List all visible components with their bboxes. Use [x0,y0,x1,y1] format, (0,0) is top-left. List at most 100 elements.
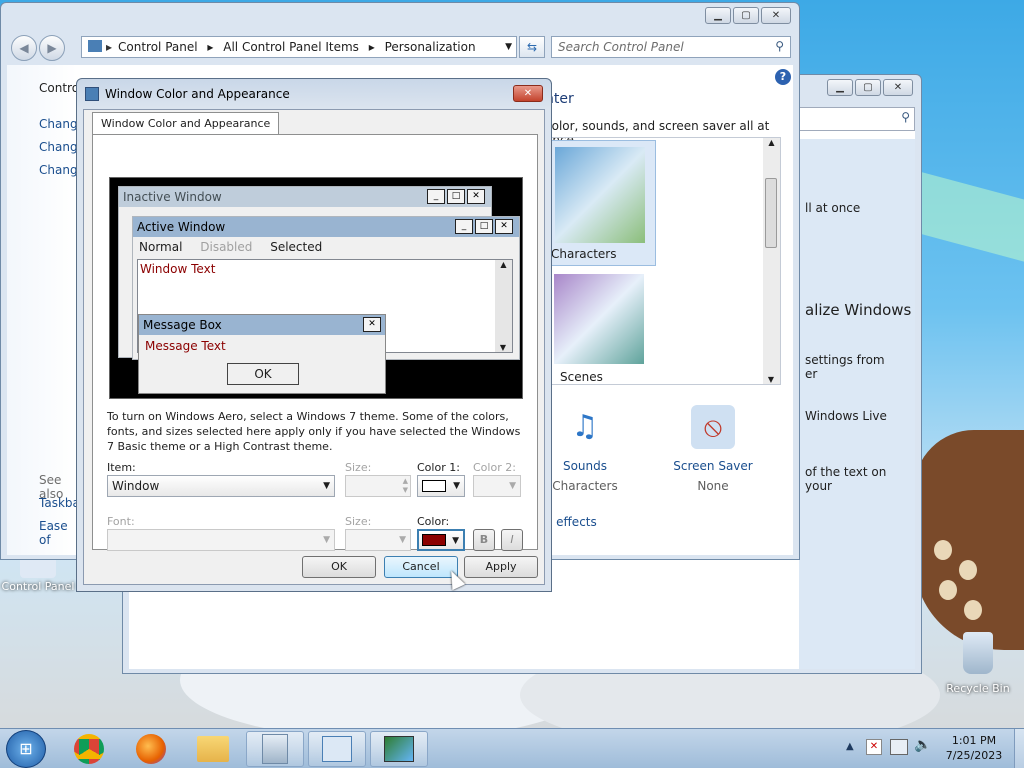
screen-saver-icon: ⦸ [691,405,735,449]
show-desktop-button[interactable] [1014,729,1024,768]
theme-item-scenes[interactable]: Scenes [546,274,656,384]
font-label: Font: [107,515,135,528]
search-icon: ⚲ [901,110,910,124]
see-also-link[interactable]: Ease of [39,519,77,547]
cp-left-nav: Control Change Change Change See also Ta… [7,65,85,555]
color2-picker[interactable]: ▼ [473,475,521,497]
ok-button[interactable]: OK [302,556,376,578]
address-bar[interactable]: ▸ Control Panel ▸ All Control Panel Item… [81,36,517,58]
show-hidden-icons-button[interactable]: ▲ [846,741,854,752]
window-icon [262,734,288,764]
menu-selected[interactable]: Selected [270,240,322,254]
clock-date: 7/25/2023 [945,749,1003,762]
color2-label: Color 2: [473,461,516,474]
recycle-bin-icon [963,632,993,674]
preview-message-box[interactable]: Message Box ✕ Message Text OK [138,314,386,394]
appearance-preview[interactable]: Inactive Window _ □ ✕ Active Window _ □ … [109,177,523,399]
screen-saver-item[interactable]: ⦸ Screen Saver None [673,405,753,493]
chevron-down-icon: ▼ [509,481,516,491]
back-text: ll at once [805,201,861,215]
close-icon: ✕ [467,189,485,204]
breadcrumb-item[interactable]: Personalization [385,40,476,54]
recycle-bin-label: Recycle Bin [946,682,1010,695]
apply-button[interactable]: Apply [464,556,538,578]
refresh-button[interactable]: ⇆ [519,36,545,58]
theme-list[interactable]: Characters Scenes ▲ ▼ [545,137,781,385]
maximize-button[interactable]: ▢ [855,79,881,96]
firefox-icon [136,734,166,764]
control-panel-taskbar-button[interactable] [308,731,366,767]
font-size-select[interactable]: ▼ [345,529,411,551]
window-color-dialog[interactable]: Window Color and Appearance ✕ Window Col… [76,78,552,592]
tab-panel: Inactive Window _ □ ✕ Active Window _ □ … [92,134,538,551]
item-select-value: Window [112,479,160,493]
close-button[interactable]: ✕ [513,85,543,102]
tab-window-color[interactable]: Window Color and Appearance [92,112,280,134]
sounds-item[interactable]: ♫ Sounds Characters [545,405,625,493]
effects-link[interactable]: o effects [545,515,597,529]
sounds-value: Characters [552,479,618,493]
screen-saver-link[interactable]: Screen Saver [673,459,753,473]
search-input[interactable]: Search Control Panel ⚲ [551,36,791,58]
search-placeholder: Search Control Panel [558,40,684,54]
back-text: Windows Live [805,409,887,423]
personalization-taskbar-button[interactable] [370,731,428,767]
size-spinner[interactable]: ▲ ▼ [345,475,411,497]
sounds-link[interactable]: Sounds [545,459,625,473]
spinner-arrows-icon: ▲ ▼ [402,477,408,494]
control-panel-icon [88,40,102,52]
clock[interactable]: 1:01 PM 7/25/2023 [934,733,1014,763]
network-icon[interactable] [890,739,908,755]
item-select[interactable]: Window ▼ [107,475,335,497]
close-icon: ✕ [495,219,513,234]
theme-item-characters[interactable]: Characters [546,140,656,266]
italic-button[interactable]: I [501,529,523,551]
chevron-down-icon: ▼ [452,536,459,546]
font-color-picker[interactable]: ▼ [417,529,465,551]
minimize-button[interactable]: ▁ [827,79,853,96]
close-button[interactable]: ✕ [761,7,791,24]
theme-list-scrollbar[interactable]: ▲ ▼ [763,138,780,384]
start-button[interactable]: ⊞ [6,730,46,768]
screen-saver-value: None [697,479,729,493]
font-select[interactable]: ▼ [107,529,335,551]
preview-scrollbar[interactable]: ▲ ▼ [495,260,512,352]
maximize-icon: □ [447,189,465,204]
taskbar: ⊞ ▲ ✕ 🔈 1:01 PM 7/25/2023 [0,728,1024,768]
dialog-app-icon [85,87,99,101]
breadcrumb-item[interactable]: All Control Panel Items [223,40,359,54]
chevron-down-icon: ▼ [453,481,460,491]
preview-msgbox-ok[interactable]: OK [227,363,299,385]
help-icon[interactable]: ? [775,69,791,85]
size-label: Size: [345,461,372,474]
color1-picker[interactable]: ▼ [417,475,465,497]
bold-button[interactable]: B [473,529,495,551]
scrollbar-thumb[interactable] [765,178,777,248]
recycle-bin-desktop-icon[interactable]: Recycle Bin [940,632,1016,695]
color1-swatch [422,480,446,492]
forward-button[interactable]: ▶ [39,35,65,61]
see-also-link[interactable]: Taskba [39,496,80,510]
breadcrumb-item[interactable]: Control Panel [118,40,198,54]
taskbar-window-button[interactable] [246,731,304,767]
display-icon [384,736,414,762]
chevron-down-icon: ▼ [323,481,330,491]
volume-icon[interactable]: 🔈 [914,737,931,753]
close-button[interactable]: ✕ [883,79,913,96]
action-center-icon[interactable]: ✕ [866,739,882,755]
chevron-down-icon: ▼ [399,535,406,545]
maximize-button[interactable]: ▢ [733,7,759,24]
back-window-caption-buttons: ▁ ▢ ✕ [827,79,913,96]
chrome-taskbar-button[interactable] [60,731,118,767]
chevron-down-icon[interactable]: ▼ [505,37,512,57]
theme-label: Scenes [560,370,603,384]
firefox-taskbar-button[interactable] [122,731,180,767]
color1-label: Color 1: [417,461,460,474]
back-search-input[interactable]: ⚲ [799,107,915,131]
chevron-down-icon: ▼ [323,535,330,545]
preview-msgbox-title: Message Box [139,315,385,335]
explorer-taskbar-button[interactable] [184,731,242,767]
menu-normal[interactable]: Normal [139,240,182,254]
minimize-button[interactable]: ▁ [705,7,731,24]
back-button[interactable]: ◀ [11,35,37,61]
